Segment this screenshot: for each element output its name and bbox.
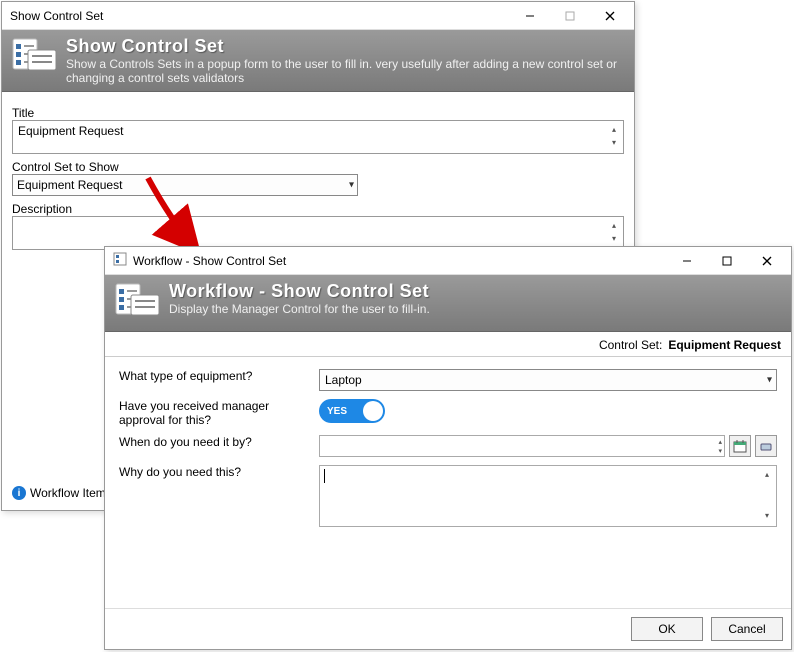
parent-banner-title: Show Control Set xyxy=(66,36,626,57)
child-window: Workflow - Show Control Set xyxy=(104,246,792,650)
cancel-button[interactable]: Cancel xyxy=(711,617,783,641)
child-banner: Workflow - Show Control Set Display the … xyxy=(105,275,791,332)
control-set-icon xyxy=(10,36,60,80)
workflow-item-label: Workflow Item xyxy=(30,486,106,500)
controlset-combo[interactable]: Equipment Request ▾ xyxy=(12,174,358,196)
parent-banner-desc: Show a Controls Sets in a popup form to … xyxy=(66,57,626,85)
toggle-knob xyxy=(363,401,383,421)
spin-down-icon[interactable]: ▾ xyxy=(607,136,621,149)
why-need-label: Why do you need this? xyxy=(119,465,319,479)
parent-banner: Show Control Set Show a Controls Sets in… xyxy=(2,30,634,92)
controlset-header-label: Control Set: xyxy=(599,338,662,352)
eraser-icon xyxy=(759,439,773,453)
controlset-value: Equipment Request xyxy=(17,178,122,192)
spin-up-icon[interactable]: ▴ xyxy=(607,219,621,232)
maximize-button[interactable] xyxy=(707,248,747,274)
manager-approval-label: Have you received manager approval for t… xyxy=(119,399,319,427)
manager-approval-toggle[interactable]: YES xyxy=(319,399,385,423)
child-window-title: Workflow - Show Control Set xyxy=(133,254,667,268)
calendar-button[interactable] xyxy=(729,435,751,457)
title-label: Title xyxy=(12,106,624,120)
child-titlebar: Workflow - Show Control Set xyxy=(105,247,791,275)
title-value: Equipment Request xyxy=(13,121,623,141)
spin-up-icon[interactable]: ▴ xyxy=(718,437,722,446)
child-banner-title: Workflow - Show Control Set xyxy=(169,281,783,302)
chevron-down-icon: ▾ xyxy=(767,375,772,386)
dialog-button-row: OK Cancel xyxy=(105,608,791,649)
maximize-button[interactable] xyxy=(550,3,590,29)
control-set-icon xyxy=(113,281,163,325)
controlset-label: Control Set to Show xyxy=(12,160,624,174)
spin-down-icon[interactable]: ▾ xyxy=(607,232,621,245)
child-form: What type of equipment? Laptop ▾ Have yo… xyxy=(105,357,791,539)
workflow-item-link[interactable]: i Workflow Item xyxy=(12,486,106,500)
parent-titlebar: Show Control Set xyxy=(2,2,634,30)
equipment-type-combo[interactable]: Laptop ▾ xyxy=(319,369,777,391)
child-banner-desc: Display the Manager Control for the user… xyxy=(169,302,783,316)
calendar-icon xyxy=(733,439,747,453)
close-button[interactable] xyxy=(747,248,787,274)
controlset-header: Control Set: Equipment Request xyxy=(105,332,791,357)
title-input[interactable]: Equipment Request ▴ ▾ xyxy=(12,120,624,154)
toggle-text: YES xyxy=(327,406,347,417)
spin-down-icon[interactable]: ▾ xyxy=(760,509,774,522)
spin-down-icon[interactable]: ▾ xyxy=(718,446,722,455)
spin-up-icon[interactable]: ▴ xyxy=(607,123,621,136)
why-need-textarea[interactable]: ▴ ▾ xyxy=(319,465,777,527)
info-icon: i xyxy=(12,486,26,500)
need-by-label: When do you need it by? xyxy=(119,435,319,449)
ok-button[interactable]: OK xyxy=(631,617,703,641)
description-label: Description xyxy=(12,202,624,216)
window-icon xyxy=(113,252,127,269)
equipment-type-label: What type of equipment? xyxy=(119,369,319,383)
clear-date-button[interactable] xyxy=(755,435,777,457)
need-by-input[interactable]: ▴ ▾ xyxy=(319,435,725,457)
minimize-button[interactable] xyxy=(510,3,550,29)
spin-up-icon[interactable]: ▴ xyxy=(760,468,774,481)
parent-window-title: Show Control Set xyxy=(10,9,510,23)
equipment-type-value: Laptop xyxy=(325,373,362,387)
controlset-header-value: Equipment Request xyxy=(668,338,781,352)
text-cursor xyxy=(324,469,325,483)
parent-form: Title Equipment Request ▴ ▾ Control Set … xyxy=(2,92,634,258)
close-button[interactable] xyxy=(590,3,630,29)
minimize-button[interactable] xyxy=(667,248,707,274)
description-input[interactable]: ▴ ▾ xyxy=(12,216,624,250)
chevron-down-icon: ▾ xyxy=(349,180,354,191)
